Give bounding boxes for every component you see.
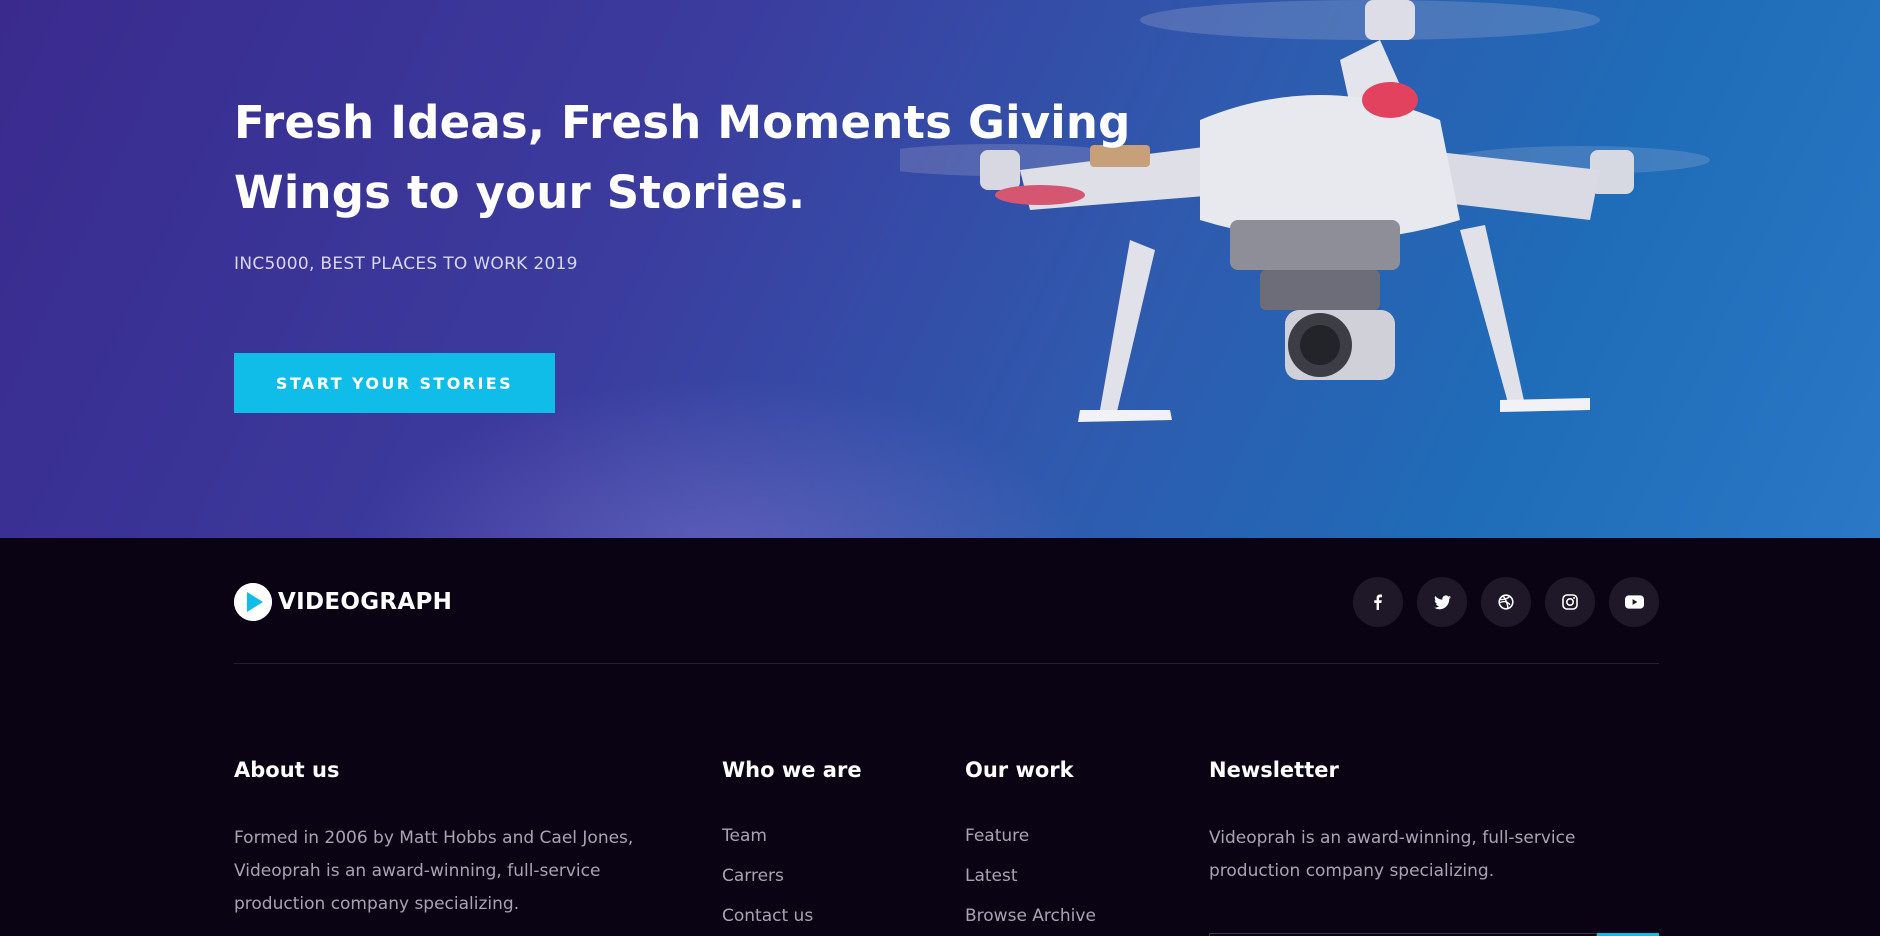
our-work-links: Feature Latest Browse Archive: [965, 826, 1165, 926]
play-icon: [234, 583, 272, 621]
browse-archive-link[interactable]: Browse Archive: [965, 906, 1165, 926]
our-work-heading: Our work: [965, 758, 1074, 782]
contact-us-link[interactable]: Contact us: [722, 906, 922, 926]
hero-section: Fresh Ideas, Fresh Moments Giving Wings …: [0, 0, 1880, 538]
our-work-column: Our work Feature Latest Browse Archive: [965, 758, 1165, 936]
who-we-are-column: Who we are Team Carrers Contact us: [722, 758, 922, 936]
about-column: About us Formed in 2006 by Matt Hobbs an…: [234, 758, 674, 921]
brand-logo-link[interactable]: VIDEOGRAPH: [234, 583, 452, 621]
newsletter-column: Newsletter Videoprah is an award-winning…: [1209, 758, 1659, 936]
who-we-are-heading: Who we are: [722, 758, 862, 782]
about-heading: About us: [234, 758, 340, 782]
hero-title-line1: Fresh Ideas, Fresh Moments Giving: [234, 96, 1131, 149]
hero-title: Fresh Ideas, Fresh Moments Giving Wings …: [234, 88, 1154, 228]
brand-name: VIDEOGRAPH: [278, 589, 453, 615]
newsletter-heading: Newsletter: [1209, 758, 1339, 782]
about-text: Formed in 2006 by Matt Hobbs and Cael Jo…: [234, 828, 634, 914]
careers-link[interactable]: Carrers: [722, 866, 922, 886]
newsletter-text: Videoprah is an award-winning, full-serv…: [1209, 828, 1576, 881]
footer: VIDEOGRAPH About us Formed in 2006 by Ma…: [0, 538, 1880, 936]
social-links: [1353, 577, 1659, 627]
drone-image: [900, 0, 1710, 422]
feature-link[interactable]: Feature: [965, 826, 1165, 846]
instagram-icon[interactable]: [1545, 577, 1595, 627]
hero-subtitle: INC5000, BEST PLACES TO WORK 2019: [234, 254, 578, 274]
team-link[interactable]: Team: [722, 826, 922, 846]
latest-link[interactable]: Latest: [965, 866, 1165, 886]
youtube-icon[interactable]: [1609, 577, 1659, 627]
facebook-icon[interactable]: [1353, 577, 1403, 627]
start-your-stories-button[interactable]: START YOUR STORIES: [234, 353, 555, 413]
who-we-are-links: Team Carrers Contact us: [722, 826, 922, 926]
twitter-icon[interactable]: [1417, 577, 1467, 627]
footer-divider: [234, 663, 1659, 664]
hero-title-line2: Wings to your Stories.: [234, 166, 806, 219]
dribbble-icon[interactable]: [1481, 577, 1531, 627]
